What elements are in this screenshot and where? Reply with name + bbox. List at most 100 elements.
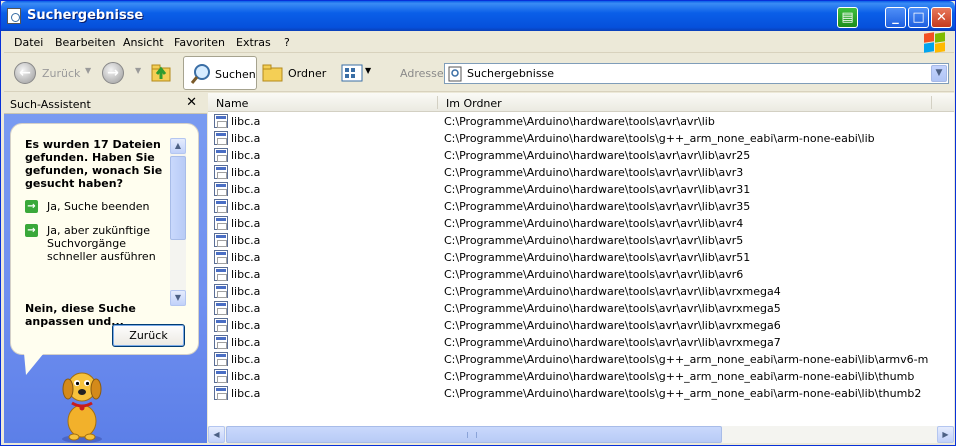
file-name: libc.a bbox=[231, 183, 261, 196]
file-name: libc.a bbox=[231, 319, 261, 332]
close-button[interactable]: ✕ bbox=[931, 7, 952, 28]
table-row[interactable]: libc.a C:\Programme\Arduino\hardware\tool… bbox=[208, 385, 954, 402]
title-bar[interactable]: Suchergebnisse ▤ _ □ ✕ bbox=[1, 1, 955, 31]
search-dog-icon[interactable] bbox=[52, 363, 112, 443]
file-name: libc.a bbox=[231, 268, 261, 281]
file-name: libc.a bbox=[231, 302, 261, 315]
library-file-icon bbox=[214, 369, 228, 383]
table-row[interactable]: libc.a C:\Programme\Arduino\hardware\tool… bbox=[208, 147, 954, 164]
file-name: libc.a bbox=[231, 353, 261, 366]
menu-favoriten[interactable]: Favoriten bbox=[174, 36, 225, 49]
search-button[interactable]: Suchen bbox=[183, 56, 257, 90]
library-file-icon bbox=[214, 148, 228, 162]
column-header-name[interactable]: Name bbox=[216, 97, 248, 110]
table-row[interactable]: libc.a C:\Programme\Arduino\hardware\tool… bbox=[208, 113, 954, 130]
menu-help[interactable]: ? bbox=[284, 36, 290, 49]
file-name: libc.a bbox=[231, 251, 261, 264]
table-row[interactable]: libc.a C:\Programme\Arduino\hardware\tool… bbox=[208, 334, 954, 351]
file-name: libc.a bbox=[231, 149, 261, 162]
assistant-title: Such-Assistent bbox=[10, 98, 91, 111]
maximize-button[interactable]: □ bbox=[908, 7, 929, 28]
table-row[interactable]: libc.a C:\Programme\Arduino\hardware\tool… bbox=[208, 164, 954, 181]
library-file-icon bbox=[214, 284, 228, 298]
assistant-balloon: Es wurden 17 Dateien gefunden. Haben Sie… bbox=[10, 123, 199, 355]
green-arrow-icon: → bbox=[25, 224, 38, 237]
option-faster-search[interactable]: → Ja, aber zukünftige Suchvorgänge schne… bbox=[25, 224, 175, 264]
scroll-up-icon[interactable]: ▲ bbox=[170, 138, 186, 154]
column-header-folder[interactable]: Im Ordner bbox=[446, 97, 502, 110]
scroll-thumb[interactable] bbox=[226, 426, 722, 443]
table-row[interactable]: libc.a C:\Programme\Arduino\hardware\tool… bbox=[208, 215, 954, 232]
file-folder: C:\Programme\Arduino\hardware\tools\avr\… bbox=[444, 268, 744, 281]
balloon-scrollbar[interactable]: ▲ ▼ bbox=[170, 138, 186, 306]
table-row[interactable]: libc.a C:\Programme\Arduino\hardware\tool… bbox=[208, 198, 954, 215]
up-folder-icon[interactable] bbox=[151, 62, 173, 84]
file-folder: C:\Programme\Arduino\hardware\tools\avr\… bbox=[444, 319, 781, 332]
back-button-label[interactable]: Zurück bbox=[42, 67, 80, 80]
folders-icon[interactable] bbox=[262, 64, 284, 82]
option-label: Ja, aber zukünftige Suchvorgänge schnell… bbox=[47, 224, 156, 263]
file-name: libc.a bbox=[231, 166, 261, 179]
table-row[interactable]: libc.a C:\Programme\Arduino\hardware\tool… bbox=[208, 266, 954, 283]
scroll-right-icon[interactable]: ▶ bbox=[937, 426, 954, 443]
file-name: libc.a bbox=[231, 387, 261, 400]
file-folder: C:\Programme\Arduino\hardware\tools\avr\… bbox=[444, 183, 751, 196]
minimize-button[interactable]: _ bbox=[885, 7, 906, 28]
file-folder: C:\Programme\Arduino\hardware\tools\g++_… bbox=[444, 132, 875, 145]
file-name: libc.a bbox=[231, 115, 261, 128]
explorer-window: Suchergebnisse ▤ _ □ ✕ Datei Bearbeiten … bbox=[0, 0, 956, 446]
forward-arrow-icon[interactable]: → bbox=[102, 62, 124, 84]
column-separator[interactable] bbox=[931, 96, 932, 109]
views-icon[interactable] bbox=[341, 64, 363, 82]
menu-bearbeiten[interactable]: Bearbeiten bbox=[55, 36, 115, 49]
address-bar[interactable]: Suchergebnisse ▼ bbox=[444, 63, 949, 84]
file-folder: C:\Programme\Arduino\hardware\tools\avr\… bbox=[444, 200, 751, 213]
scroll-down-icon[interactable]: ▼ bbox=[170, 290, 186, 306]
search-document-icon bbox=[7, 8, 21, 24]
column-separator[interactable] bbox=[437, 96, 438, 109]
library-file-icon bbox=[214, 199, 228, 213]
scroll-left-icon[interactable]: ◀ bbox=[208, 426, 225, 443]
file-folder: C:\Programme\Arduino\hardware\tools\g++_… bbox=[444, 370, 915, 383]
file-name: libc.a bbox=[231, 285, 261, 298]
address-label: Adresse bbox=[400, 67, 444, 80]
back-dropdown-icon[interactable]: ▼ bbox=[85, 66, 91, 75]
close-pane-icon[interactable]: ✕ bbox=[186, 95, 197, 110]
library-file-icon bbox=[214, 267, 228, 281]
table-row[interactable]: libc.a C:\Programme\Arduino\hardware\tool… bbox=[208, 130, 954, 147]
table-row[interactable]: libc.a C:\Programme\Arduino\hardware\tool… bbox=[208, 317, 954, 334]
table-row[interactable]: libc.a C:\Programme\Arduino\hardware\tool… bbox=[208, 249, 954, 266]
library-file-icon bbox=[214, 131, 228, 145]
extension-icon[interactable]: ▤ bbox=[837, 7, 858, 28]
horizontal-scrollbar[interactable]: ◀ ▶ bbox=[208, 426, 954, 443]
assistant-header: Such-Assistent ✕ bbox=[4, 93, 207, 114]
option-finish-search[interactable]: → Ja, Suche beenden bbox=[25, 200, 175, 214]
views-dropdown-icon[interactable]: ▼ bbox=[365, 66, 371, 75]
list-header: Name Im Ordner bbox=[208, 93, 954, 112]
address-dropdown-icon[interactable]: ▼ bbox=[931, 65, 947, 82]
menu-ansicht[interactable]: Ansicht bbox=[123, 36, 164, 49]
table-row[interactable]: libc.a C:\Programme\Arduino\hardware\tool… bbox=[208, 283, 954, 300]
table-row[interactable]: libc.a C:\Programme\Arduino\hardware\tool… bbox=[208, 351, 954, 368]
assistant-back-button[interactable]: Zurück bbox=[112, 324, 185, 347]
table-row[interactable]: libc.a C:\Programme\Arduino\hardware\tool… bbox=[208, 368, 954, 385]
library-file-icon bbox=[214, 182, 228, 196]
library-file-icon bbox=[214, 233, 228, 247]
table-row[interactable]: libc.a C:\Programme\Arduino\hardware\tool… bbox=[208, 232, 954, 249]
results-found-heading: Es wurden 17 Dateien gefunden. Haben Sie… bbox=[25, 138, 163, 190]
file-folder: C:\Programme\Arduino\hardware\tools\avr\… bbox=[444, 115, 715, 128]
menu-extras[interactable]: Extras bbox=[236, 36, 271, 49]
folders-button-label[interactable]: Ordner bbox=[288, 67, 326, 80]
menu-datei[interactable]: Datei bbox=[14, 36, 43, 49]
table-row[interactable]: libc.a C:\Programme\Arduino\hardware\tool… bbox=[208, 181, 954, 198]
file-folder: C:\Programme\Arduino\hardware\tools\avr\… bbox=[444, 149, 751, 162]
search-results-icon bbox=[448, 66, 462, 82]
back-arrow-icon[interactable]: ← bbox=[14, 62, 36, 84]
option-label: Ja, Suche beenden bbox=[47, 200, 150, 213]
green-arrow-icon: → bbox=[25, 200, 38, 213]
scroll-thumb[interactable] bbox=[170, 156, 186, 240]
forward-dropdown-icon[interactable]: ▼ bbox=[135, 66, 141, 75]
file-folder: C:\Programme\Arduino\hardware\tools\avr\… bbox=[444, 251, 751, 264]
table-row[interactable]: libc.a C:\Programme\Arduino\hardware\tool… bbox=[208, 300, 954, 317]
library-file-icon bbox=[214, 301, 228, 315]
